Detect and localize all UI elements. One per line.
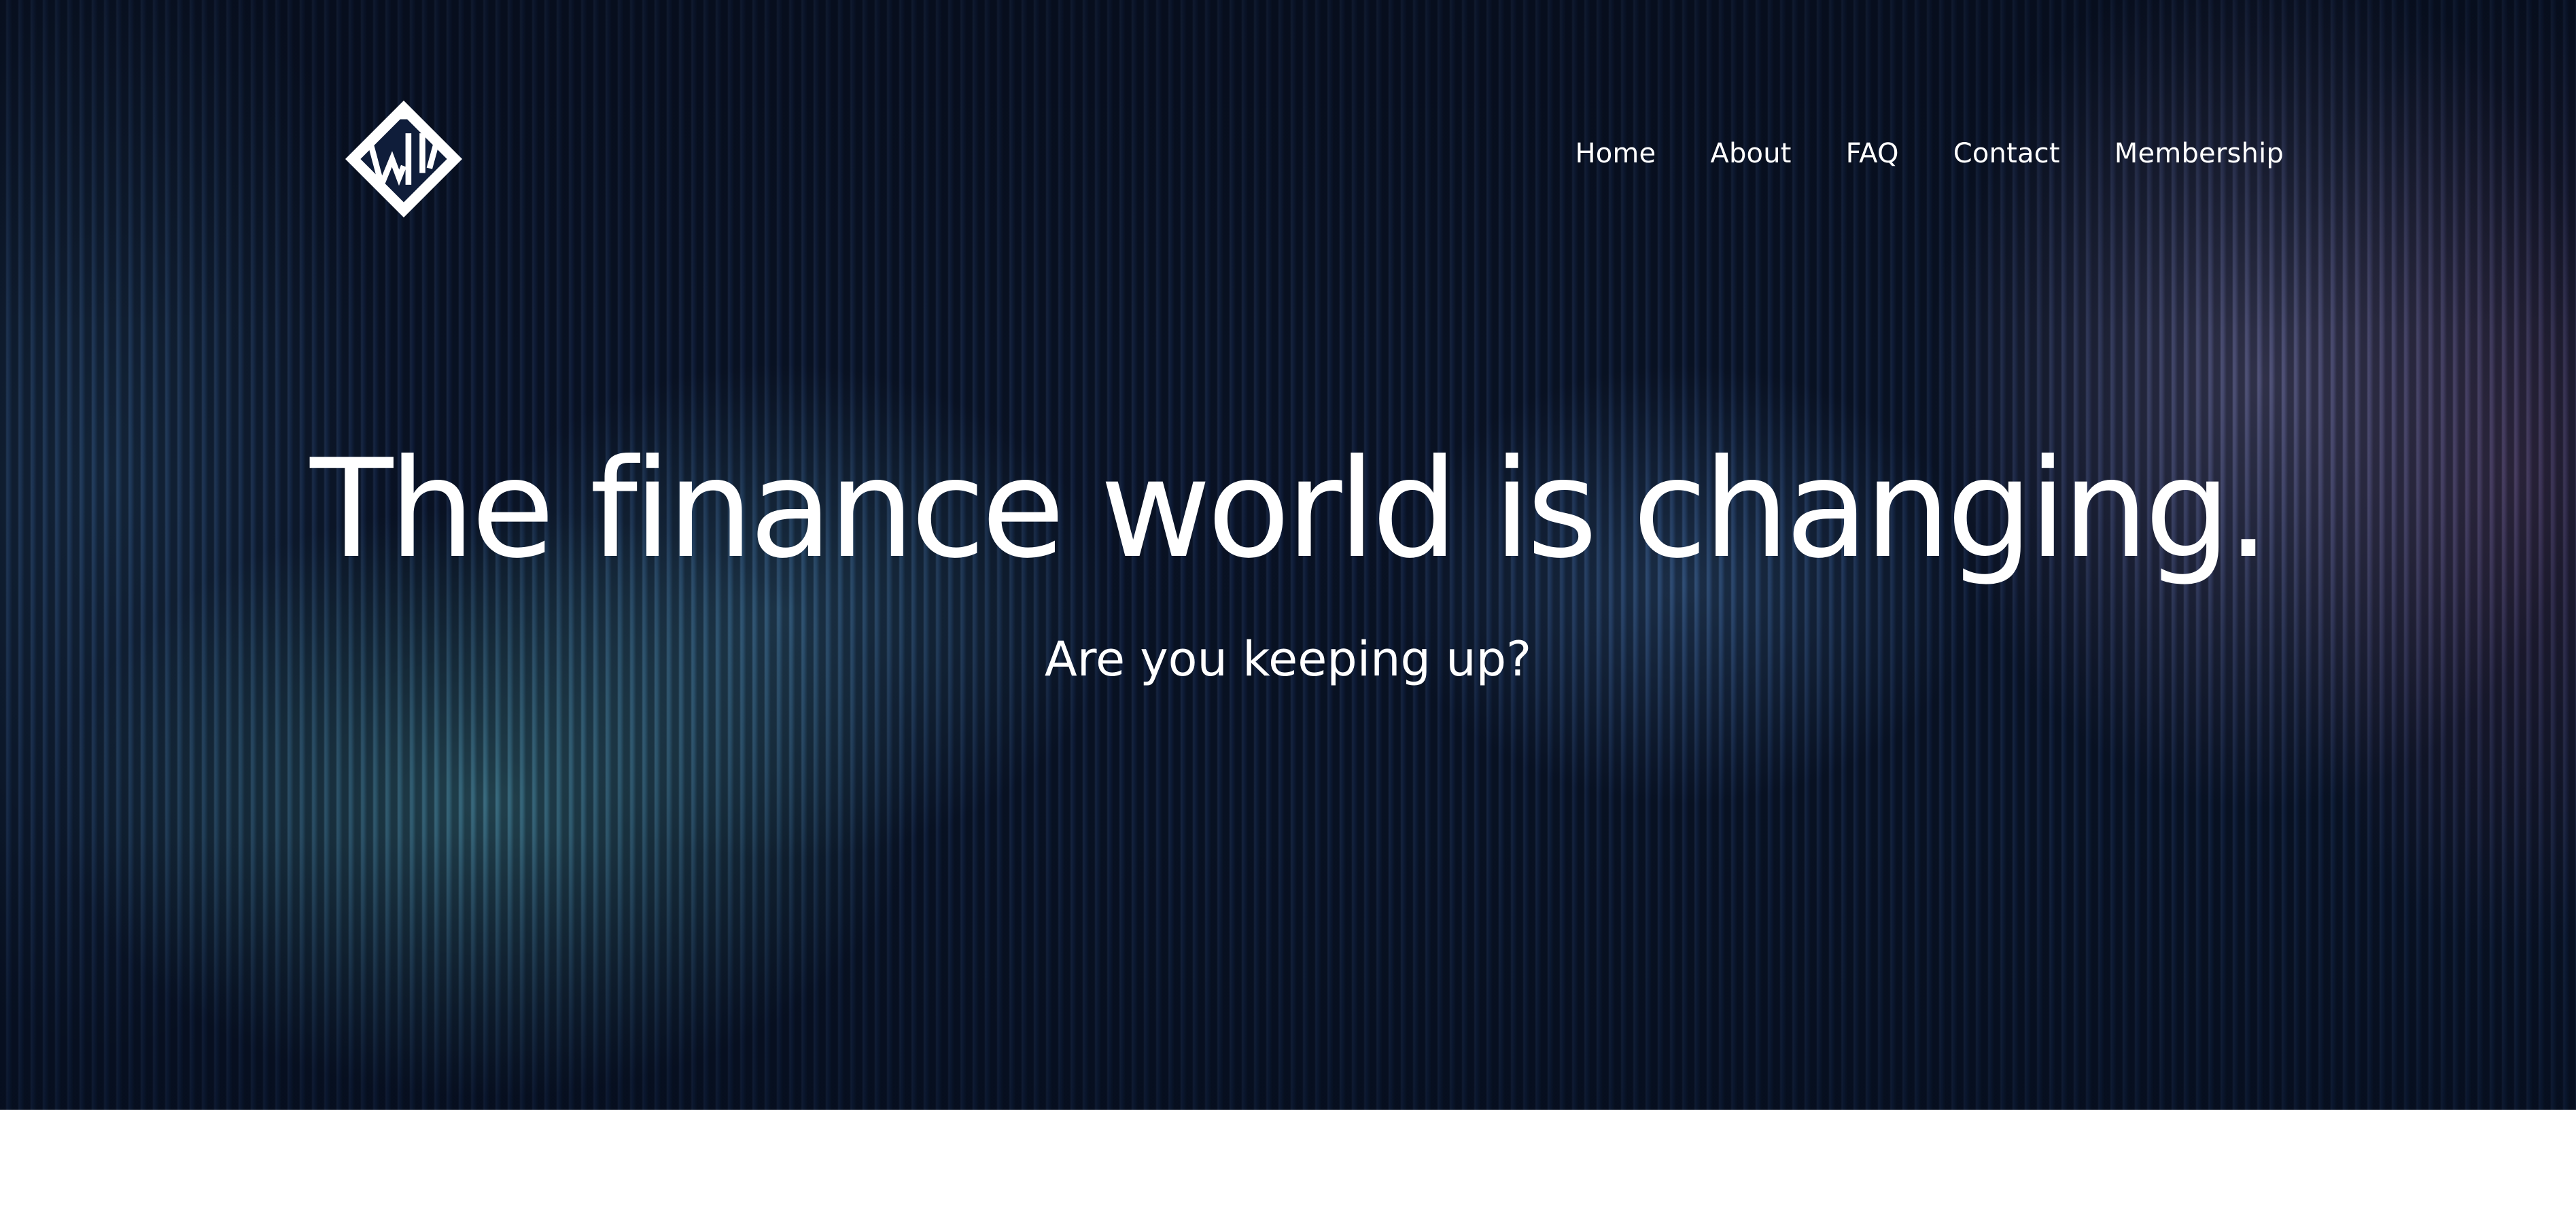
page-body-blank [0, 1110, 2576, 1230]
nav-link-membership[interactable]: Membership [2114, 138, 2284, 169]
hero-subheadline: Are you keeping up? [1044, 631, 1532, 687]
main-navigation: Home About FAQ Contact Membership [1575, 138, 2284, 169]
nav-link-home[interactable]: Home [1575, 138, 1656, 169]
nav-link-contact[interactable]: Contact [1953, 138, 2060, 169]
nav-link-about[interactable]: About [1710, 138, 1791, 169]
diamond-w-logo-icon [345, 101, 462, 217]
hero-headline: The finance world is changing. [310, 430, 2270, 588]
hero-section: Home About FAQ Contact Membership The fi… [0, 0, 2576, 1110]
site-logo[interactable] [345, 101, 462, 217]
nav-link-faq[interactable]: FAQ [1846, 138, 1899, 169]
